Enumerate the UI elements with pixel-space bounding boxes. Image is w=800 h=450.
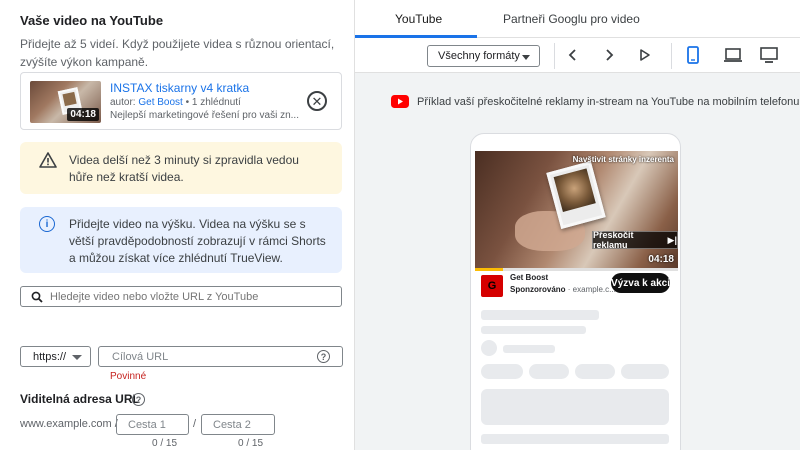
video-thumbnail[interactable]: 04:18 (30, 81, 101, 123)
vertical-video-info-banner: i Přidejte video na výšku. Videa na výšk… (20, 207, 342, 273)
desktop-device-icon[interactable] (723, 46, 743, 64)
tab-youtube-label: YouTube (395, 12, 443, 26)
info-text: Přidejte video na výšku. Videa na výšku … (69, 217, 326, 265)
visit-advertiser-link: Navštivit stránky inzerenta (572, 155, 674, 164)
preview-tabs: YouTube Partneři Googlu pro video (355, 0, 800, 38)
duration-warning-banner: Videa delší než 3 minuty si zpravidla ve… (20, 142, 342, 194)
mobile-phone-preview: Navštivit stránky inzerenta Přeskočit re… (470, 133, 681, 450)
format-select-value: Všechny formáty (438, 50, 520, 62)
placeholder-chip (575, 364, 615, 379)
preview-caption: Příklad vaší přeskočitelné reklamy in-st… (417, 96, 800, 108)
placeholder-chip (481, 364, 523, 379)
next-button[interactable] (601, 46, 617, 64)
toolbar-divider (554, 43, 555, 69)
section-title: Vaše video na YouTube (20, 13, 164, 28)
placeholder-line (481, 434, 669, 444)
protocol-select[interactable]: https:// (20, 346, 91, 367)
ad-progress-fill (475, 268, 504, 271)
path-separator: / (193, 418, 197, 430)
ad-video-preview: Navštivit stránky inzerenta Přeskočit re… (475, 151, 678, 268)
final-url-field[interactable]: Cílová URL ? (98, 346, 343, 367)
protocol-value: https:// (33, 351, 67, 363)
path2-char-count: 0 / 15 (238, 438, 264, 449)
play-icon[interactable] (637, 46, 653, 64)
left-panel: Vaše video na YouTube Přidejte až 5 vide… (0, 0, 355, 450)
path1-field[interactable]: Cesta 1 (116, 414, 189, 435)
sponsored-line: Sponzorováno · example.c... (510, 285, 616, 294)
path2-field[interactable]: Cesta 2 (201, 414, 275, 435)
placeholder-avatar (481, 340, 497, 356)
skip-ad-label: Přeskočit reklamu (593, 230, 634, 250)
skip-ad-button: Přeskočit reklamu ▶| (592, 230, 678, 250)
ad-progress-bar (475, 268, 678, 271)
preview-toolbar: Všechny formáty (355, 38, 800, 73)
video-channel-link[interactable]: Get Boost (138, 97, 182, 108)
format-select[interactable]: Všechny formáty (427, 45, 540, 67)
video-author-prefix: autor: (110, 97, 139, 108)
chevron-down-icon (72, 355, 82, 360)
video-description: Nejlepší marketingové řešení pro vaši zn… (110, 110, 299, 121)
info-icon: i (39, 216, 55, 232)
sponsored-label: Sponzorováno (510, 285, 566, 294)
chevron-right-icon (606, 49, 614, 61)
video-views: • 1 zhlédnutí (182, 97, 241, 108)
video-meta: autor: Get Boost • 1 zhlédnutí (110, 97, 241, 108)
remove-video-button[interactable]: ✕ (307, 91, 327, 111)
tv-device-icon[interactable] (759, 46, 779, 64)
advertiser-logo-icon: G (481, 275, 503, 297)
placeholder-line (503, 345, 555, 353)
call-to-action-button: Výzva k akci (611, 273, 670, 293)
placeholder-chip (621, 364, 669, 379)
mobile-device-icon[interactable] (686, 46, 700, 64)
search-input[interactable] (50, 291, 330, 303)
display-domain: www.example.com / (20, 418, 118, 430)
video-search-field[interactable] (20, 286, 342, 307)
placeholder-card (481, 389, 669, 425)
section-subtitle: Přidejte až 5 videí. Když použijete vide… (20, 37, 335, 69)
path1-char-count: 0 / 15 (152, 438, 178, 449)
chevron-down-icon (522, 55, 530, 60)
path2-placeholder: Cesta 2 (213, 419, 251, 431)
warning-icon (39, 152, 57, 168)
chevron-left-icon (568, 49, 576, 61)
advertiser-name: Get Boost (510, 273, 549, 282)
preview-panel: YouTube Partneři Googlu pro video Všechn… (355, 0, 800, 450)
help-icon[interactable]: ? (317, 350, 330, 363)
selected-video-card[interactable]: 04:18 INSTAX tiskarny v4 kratka autor: G… (20, 72, 342, 130)
skip-next-icon: ▶| (667, 234, 677, 245)
toolbar-divider (671, 43, 672, 69)
required-error: Povinné (110, 371, 147, 382)
preview-video-duration: 04:18 (648, 254, 674, 265)
video-title-link[interactable]: INSTAX tiskarny v4 kratka (110, 81, 249, 95)
video-duration: 04:18 (67, 108, 99, 121)
final-url-placeholder: Cílová URL (112, 351, 169, 363)
placeholder-line (481, 310, 599, 320)
search-icon (31, 291, 43, 303)
warning-text: Videa delší než 3 minuty si zpravidla ve… (69, 153, 299, 184)
youtube-logo-icon (391, 95, 409, 108)
placeholder-chip (529, 364, 569, 379)
placeholder-line (481, 326, 586, 334)
path1-placeholder: Cesta 1 (128, 419, 166, 431)
previous-button[interactable] (565, 46, 581, 64)
tab-youtube[interactable]: YouTube (355, 0, 477, 38)
close-icon: ✕ (311, 93, 323, 109)
display-url-help-icon[interactable]: ? (132, 393, 145, 406)
sponsored-domain: · example.c... (565, 285, 616, 294)
tab-google-partners[interactable]: Partneři Googlu pro video (503, 12, 640, 26)
display-url-label: Viditelná adresa URL (20, 392, 140, 406)
